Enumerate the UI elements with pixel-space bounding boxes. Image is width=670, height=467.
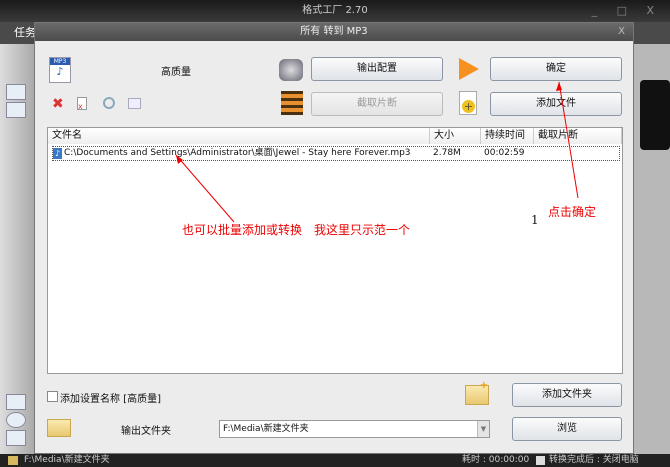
phone-icon [640,80,670,150]
arrow-right-icon [459,58,479,80]
tools-category-icon[interactable] [6,430,26,446]
file-name: C:\Documents and Settings\Administrator\… [64,148,411,158]
browse-button[interactable]: 浏览 [512,417,622,441]
chevron-down-icon[interactable]: ▼ [477,421,489,437]
column-header-clip[interactable]: 截取片断 [534,128,622,144]
column-header-filename[interactable]: 文件名 [48,128,430,144]
column-header-duration[interactable]: 持续时间 [481,128,534,144]
add-setting-name-label: 添加设置名称 [高质量] [60,394,161,405]
video-category-icon[interactable] [6,84,26,100]
folder-icon [8,456,18,465]
file-list[interactable]: 文件名 大小 持续时间 截取片断 ♪ C:\Documents and Sett… [47,127,623,374]
audio-file-icon: ♪ [53,148,62,159]
output-folder-select[interactable]: F:\Media\新建文件夹 ▼ [219,420,490,438]
convert-dialog: 所有 转到 MP3 X MP3 ♪ 高质量 ✖ x 输出配置 确定 截取片断 + … [34,22,634,454]
outer-right-panel [634,44,670,454]
output-folder-label: 输出文件夹 [121,426,171,437]
clip-button[interactable]: 截取片断 [311,92,443,116]
shutdown-checkbox[interactable] [536,456,545,465]
clear-list-icon[interactable]: x [77,97,87,111]
dialog-title: 所有 转到 MP3 [35,23,633,41]
after-convert-label: 转换完成后 : 关闭电脑 [549,455,639,465]
add-file-icon: + [459,91,477,115]
elapsed-time: 耗时 : 00:00:00 [462,455,530,465]
add-folder-button[interactable]: 添加文件夹 [512,383,622,407]
status-bar: F:\Media\新建文件夹 耗时 : 00:00:00 转换完成后 : 关闭电… [0,454,670,467]
output-folder-value: F:\Media\新建文件夹 [223,424,309,434]
window-controls[interactable]: _ □ X [592,0,662,22]
menu-task[interactable]: 任务 [0,26,36,39]
remove-icon[interactable]: ✖ [52,96,64,112]
quality-label: 高质量 [161,67,191,78]
add-folder-icon: + [465,380,489,405]
app-title-bar: 格式工厂 2.70 [0,0,670,22]
outer-sidebar [0,44,34,454]
film-clip-icon [281,91,303,115]
play-icon[interactable] [103,97,115,109]
image-category-icon[interactable] [6,394,26,410]
mp3-file-icon: MP3 ♪ [49,57,71,83]
file-duration: 00:02:59 [484,148,525,158]
output-folder-icon [47,419,71,437]
disc-category-icon[interactable] [6,412,26,428]
column-header-size[interactable]: 大小 [430,128,481,144]
close-icon[interactable]: X [618,23,625,41]
add-file-button[interactable]: 添加文件 [490,92,622,116]
add-setting-name-checkbox[interactable] [47,391,58,402]
output-config-button[interactable]: 输出配置 [311,57,443,81]
status-path[interactable]: F:\Media\新建文件夹 [24,454,110,467]
annotation-number: 1 [531,213,539,227]
file-size: 2.78M [433,148,461,158]
output-config-icon [279,59,303,81]
info-icon[interactable] [128,98,141,109]
table-row[interactable]: ♪ C:\Documents and Settings\Administrato… [52,146,620,161]
click-ok-annotation: 点击确定 [548,205,597,219]
batch-annotation: 也可以批量添加或转换 我这里只示范一个 [182,223,411,237]
audio-category-icon[interactable] [6,102,26,118]
ok-button[interactable]: 确定 [490,57,622,81]
app-title: 格式工厂 2.70 [302,5,368,16]
